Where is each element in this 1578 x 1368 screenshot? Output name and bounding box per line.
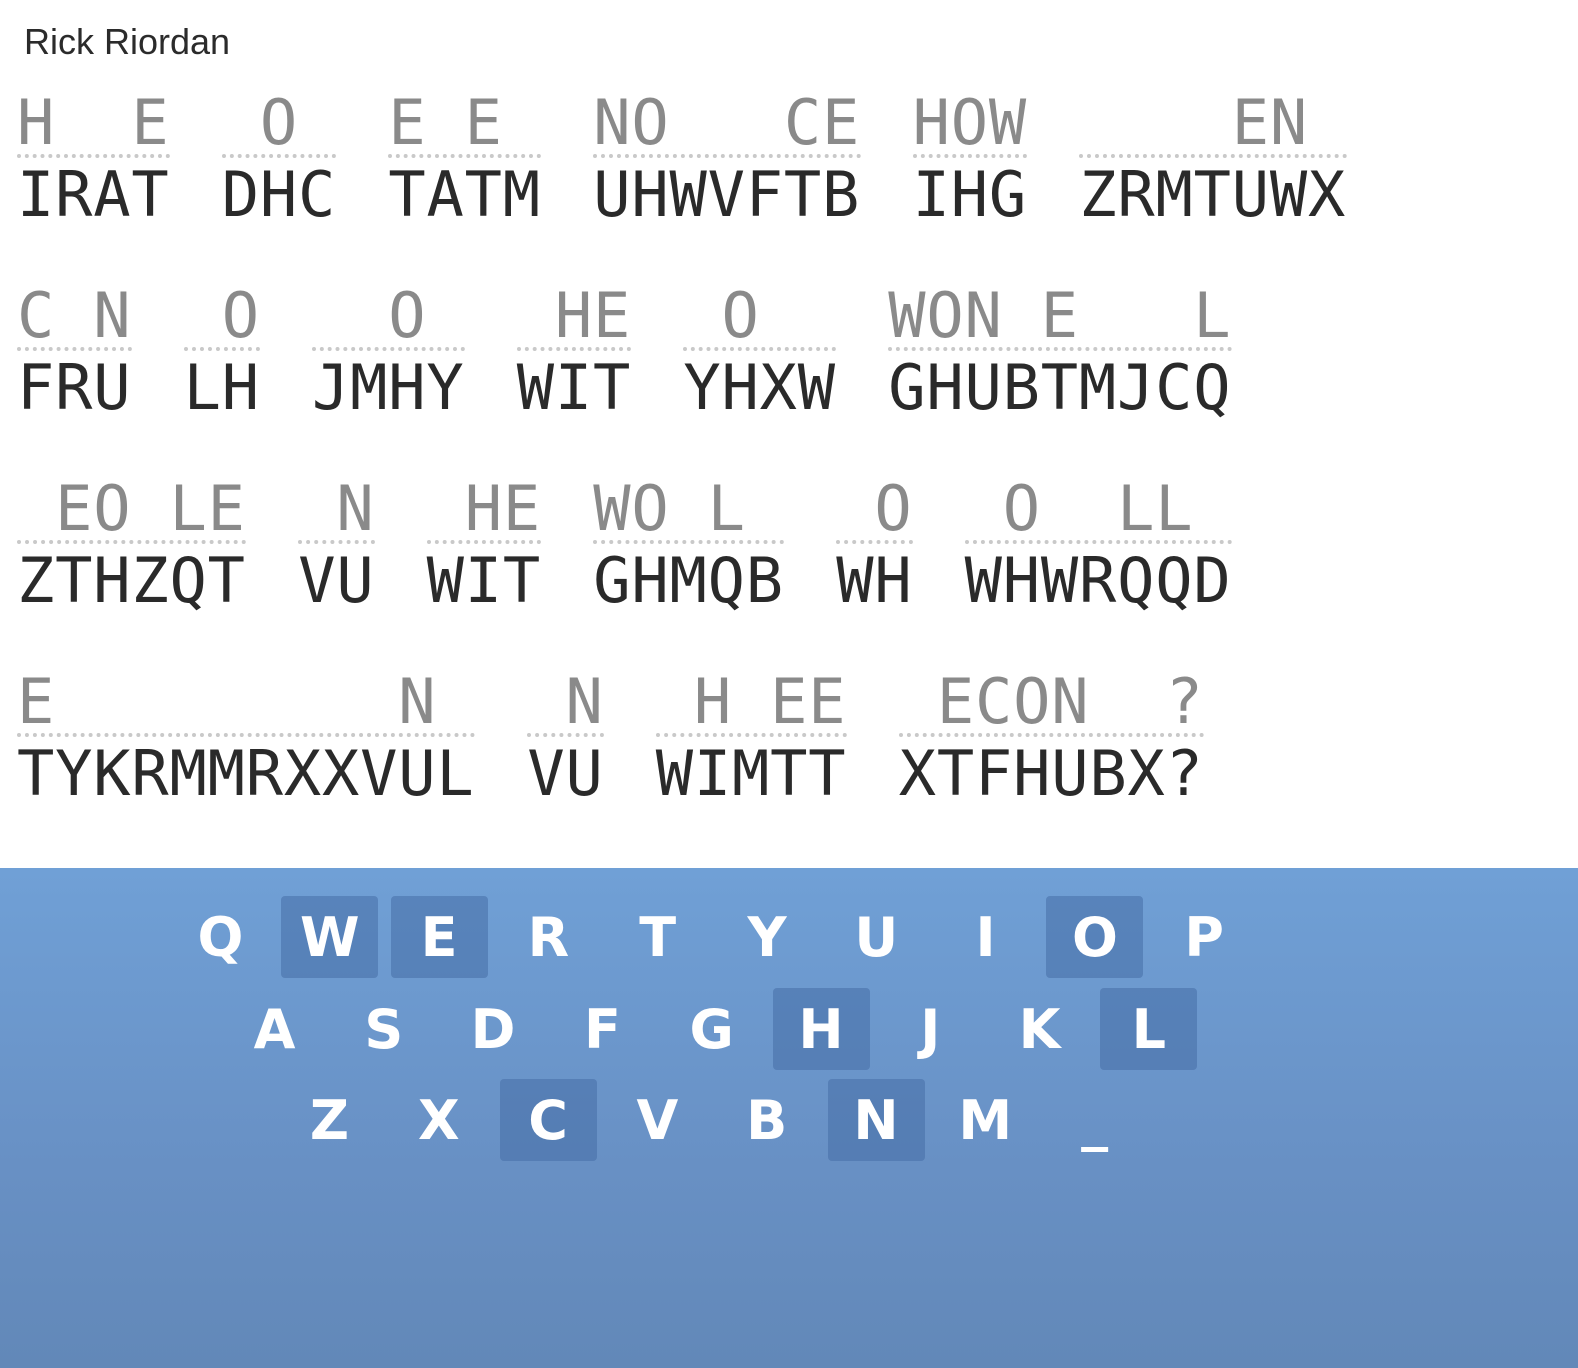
guess-letters[interactable]: N [527,671,604,737]
author-name: Rick Riordan [24,21,231,62]
cipher-letters: YHXW [683,351,836,424]
key-q[interactable]: Q [172,896,269,978]
guess-letters[interactable]: O [221,92,337,158]
cipher-letters: UHWVFTB [593,158,861,231]
guess-letters[interactable]: O [183,285,260,351]
cipher-letters: WH [836,544,913,617]
guess-letters[interactable]: E E [388,92,542,158]
key-blank[interactable]: _ [1046,1079,1143,1161]
key-z[interactable]: Z [281,1079,378,1161]
guess-letters[interactable]: HE [516,285,632,351]
key-c[interactable]: C [499,1079,597,1161]
guess-letters[interactable]: EO LE [17,478,247,544]
cipher-letters: GHMQB [593,544,784,617]
guess-letters[interactable]: NO CE [593,92,861,158]
guess-letters[interactable]: EN [1079,92,1347,158]
key-s[interactable]: S [335,988,432,1070]
letter-keyboard: Q W E R T Y U I O P A S D F G H J K L Z X C V B N M _ [0,868,1578,1368]
cipher-letters: ZTHZQT [17,544,246,617]
key-o[interactable]: O [1046,896,1144,978]
key-t[interactable]: T [609,896,706,978]
key-m[interactable]: M [937,1079,1034,1161]
key-x[interactable]: X [390,1079,487,1161]
key-r[interactable]: R [500,896,597,978]
guess-letters[interactable]: O [836,478,913,544]
cipher-letters: GHUBTMJCQ [888,351,1232,424]
key-i[interactable]: I [937,896,1034,978]
key-j[interactable]: J [882,988,979,1070]
key-u[interactable]: U [828,896,925,978]
key-e[interactable]: E [390,896,488,978]
guess-letters[interactable]: ECON ? [898,671,1205,737]
guess-letters[interactable]: WO L [593,478,785,544]
key-y[interactable]: Y [719,896,816,978]
key-d[interactable]: D [445,988,542,1070]
guess-letters[interactable]: O LL [964,478,1232,544]
guess-letters[interactable]: H EE [655,671,847,737]
key-p[interactable]: P [1156,896,1253,978]
guess-letters[interactable]: WON E L [888,285,1232,351]
cipher-letters: IRAT [17,158,170,231]
cipher-letters: XTFHUBX? [898,737,1204,810]
key-v[interactable]: V [609,1079,706,1161]
guess-letters[interactable]: E N [17,671,476,737]
cipher-letters: WIT [426,544,541,617]
key-w[interactable]: W [281,896,379,978]
guess-letters[interactable]: C N [17,285,132,351]
cipher-letters: WHWRQQD [964,544,1232,617]
cipher-letters: ZRMTUWX [1079,158,1347,231]
cipher-letters: IHG [912,158,1027,231]
key-k[interactable]: K [991,988,1088,1070]
guess-letters[interactable]: O [683,285,837,351]
cipher-letters: TYKRMMRXXVUL [17,737,475,810]
key-a[interactable]: A [226,988,323,1070]
key-b[interactable]: B [718,1079,815,1161]
key-n[interactable]: N [827,1079,925,1161]
cipher-letters: TATM [388,158,541,231]
key-g[interactable]: G [663,988,760,1070]
guess-letters[interactable]: O [312,285,465,351]
guess-letters[interactable]: HOW [912,92,1028,158]
guess-letters[interactable]: H E [17,92,170,158]
cipher-letters: LH [183,351,260,424]
cipher-letters: DHC [221,158,337,231]
guess-letters[interactable]: N [298,478,375,544]
cipher-letters: WIT [516,351,632,424]
cipher-letters: FRU [17,351,132,424]
key-f[interactable]: F [554,988,651,1070]
key-l[interactable]: L [1100,988,1198,1070]
cipher-letters: VU [527,737,604,810]
cipher-letters: WIMTT [655,737,847,810]
key-h[interactable]: H [772,988,870,1070]
cipher-letters: JMHY [312,351,465,424]
guess-letters[interactable]: HE [426,478,542,544]
cipher-letters: VU [298,544,375,617]
